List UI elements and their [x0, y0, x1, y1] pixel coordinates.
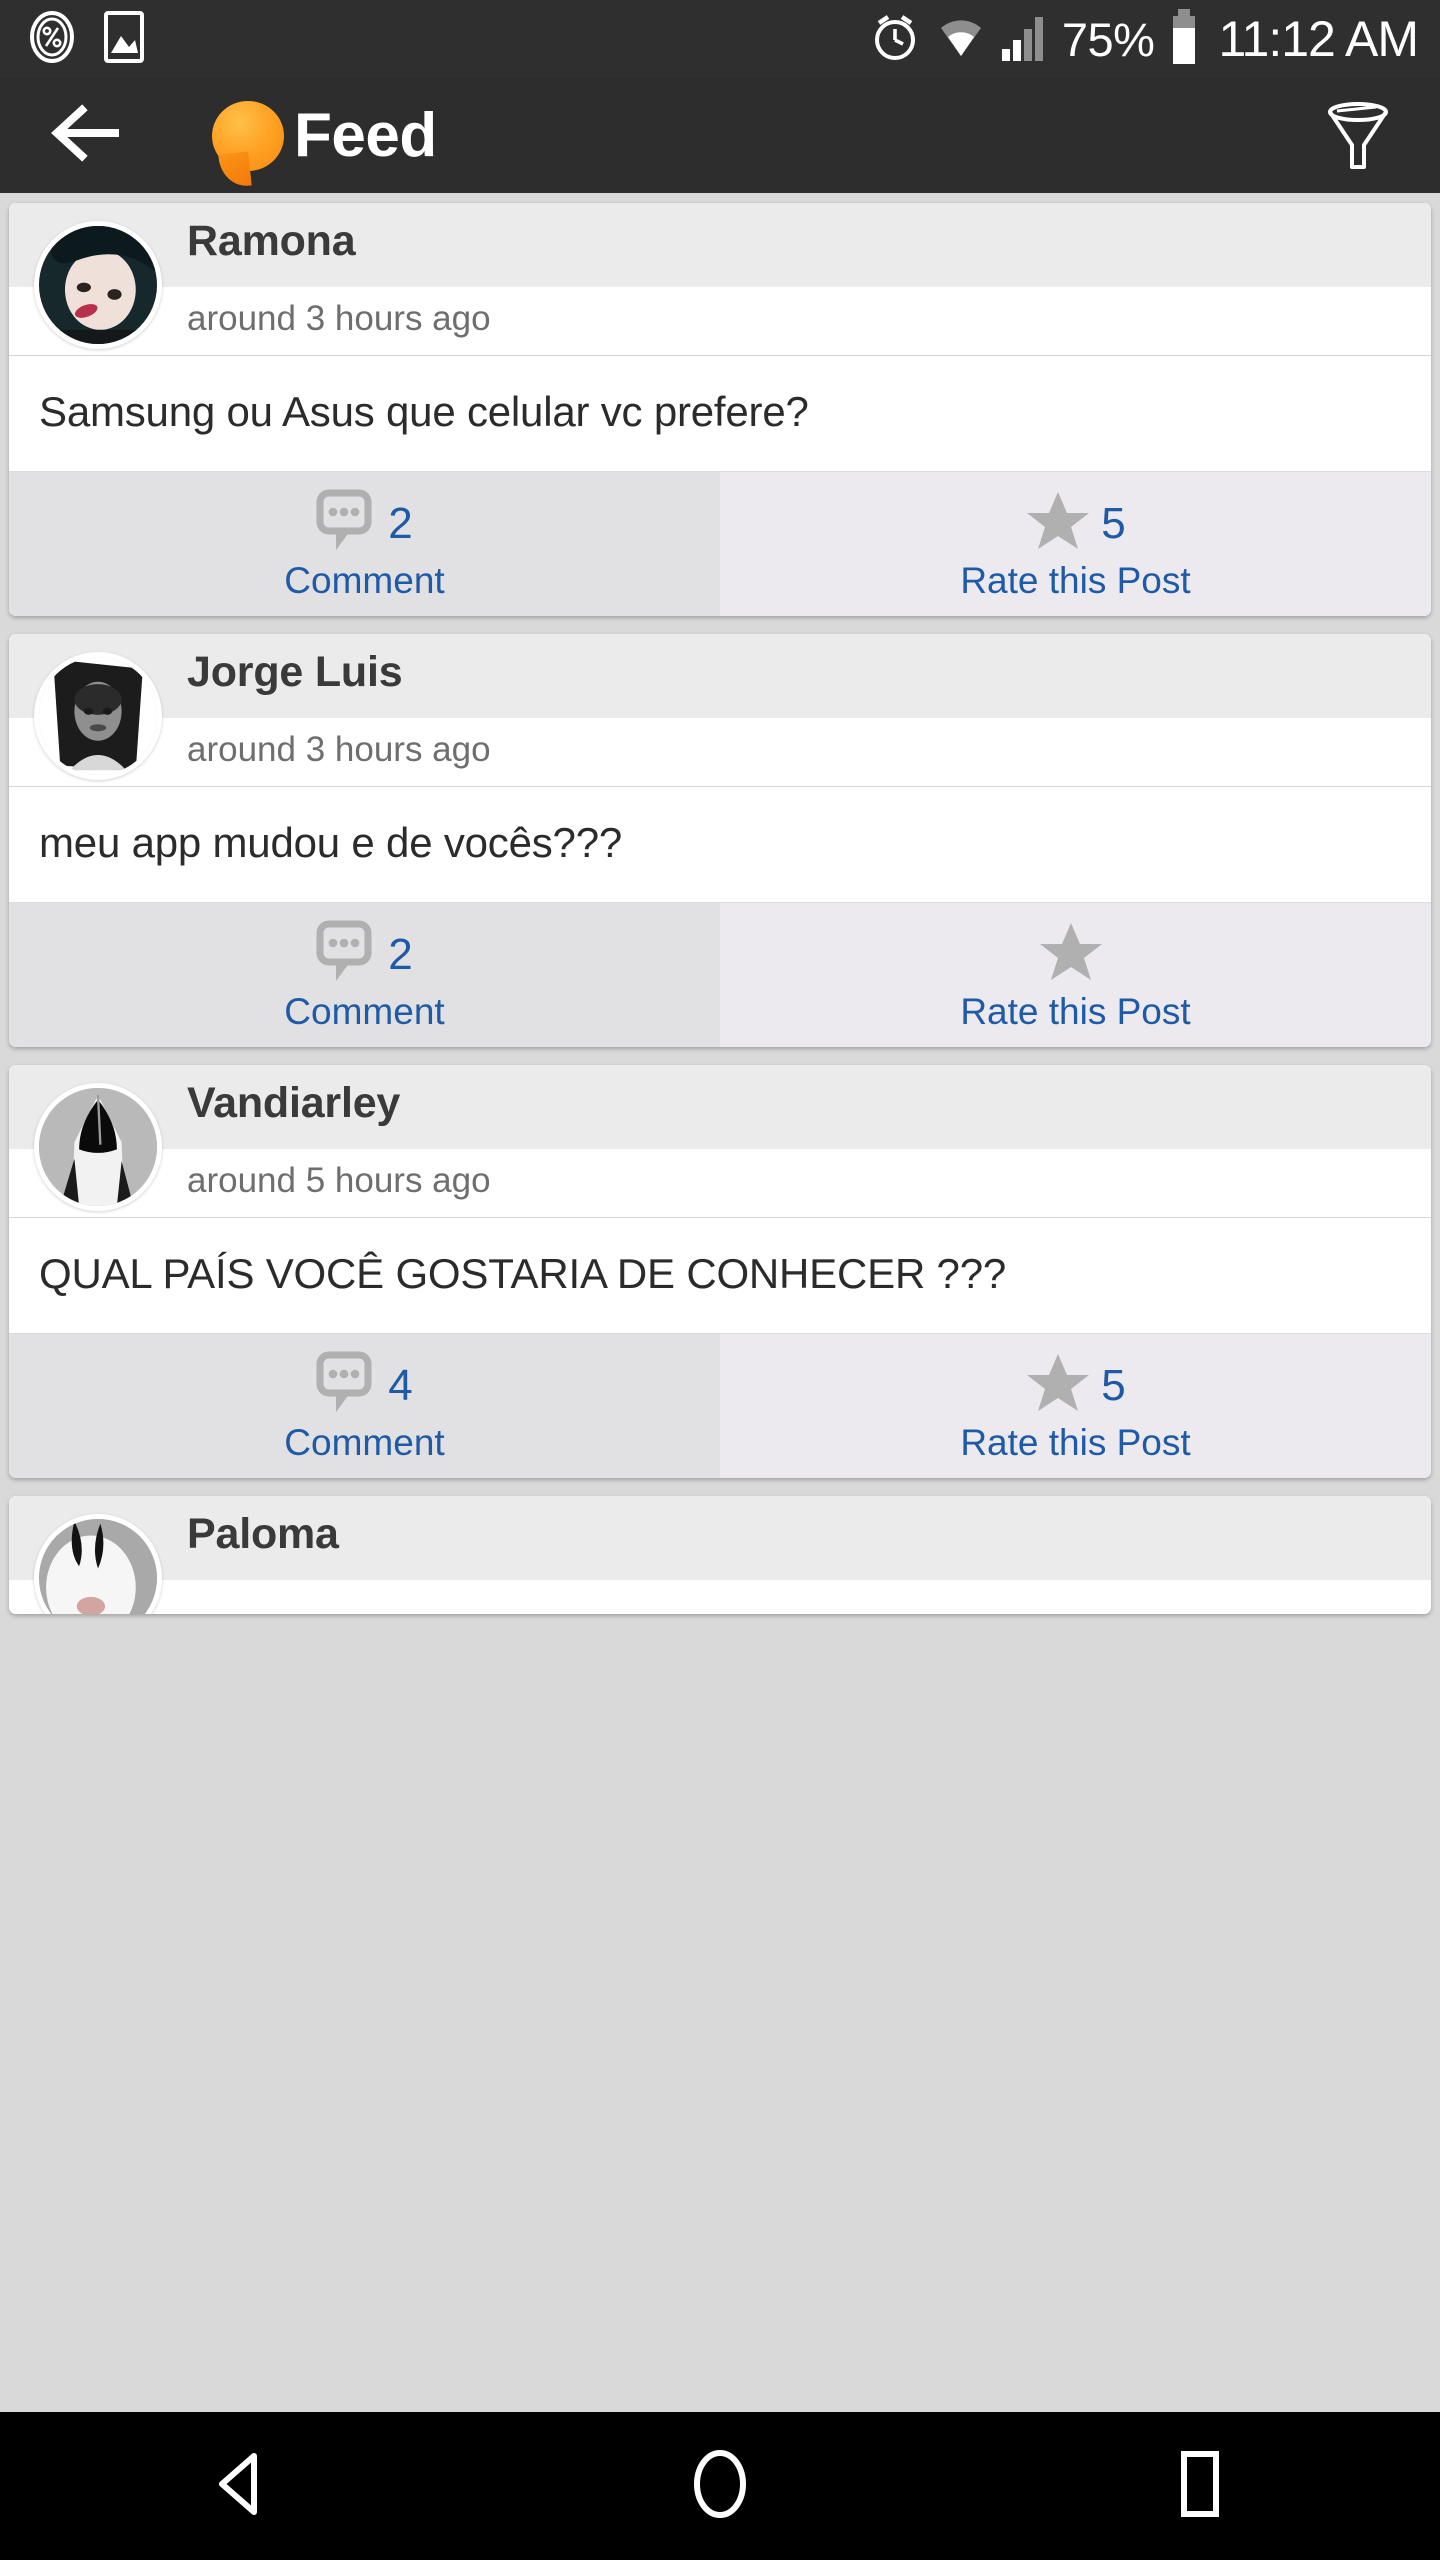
speech-bubble-logo-icon — [212, 100, 284, 171]
alarm-clock-icon — [868, 10, 922, 69]
rate-label: Rate this Post — [960, 990, 1191, 1032]
nav-recents-button[interactable] — [1110, 2412, 1290, 2560]
post-header: Paloma — [9, 1496, 1431, 1614]
feed-list[interactable]: Ramona around 3 hours ago Samsung ou Asu… — [0, 193, 1440, 2560]
comment-label: Comment — [284, 559, 445, 601]
post-card[interactable]: Ramona around 3 hours ago Samsung ou Asu… — [9, 203, 1431, 616]
status-bar: 75% 11:12 AM — [0, 0, 1440, 78]
post-body: Samsung ou Asus que celular vc prefere? — [9, 355, 1431, 471]
rate-label: Rate this Post — [960, 1421, 1191, 1463]
comment-top-row: 2 — [316, 488, 413, 559]
rate-button[interactable]: 5 Rate this Post — [720, 472, 1431, 616]
status-bar-right-icons: 75% 11:12 AM — [868, 8, 1419, 71]
post-body: meu app mudou e de vocês??? — [9, 786, 1431, 902]
post-actions: 2 Comment 5 Rate this Post — [9, 471, 1431, 616]
percent-circle-icon — [26, 10, 78, 68]
star-icon — [1038, 920, 1104, 989]
avatar[interactable] — [34, 652, 162, 780]
post-timestamp: around 3 hours ago — [187, 730, 491, 769]
post-timestamp: around 5 hours ago — [187, 1161, 491, 1200]
status-clock-text: 11:12 AM — [1218, 11, 1419, 67]
comment-top-row: 2 — [316, 919, 413, 990]
comment-count: 4 — [388, 1360, 413, 1410]
page-title: Feed — [294, 100, 437, 170]
nav-back-button[interactable] — [150, 2412, 330, 2560]
post-card[interactable]: Paloma — [9, 1496, 1431, 1614]
funnel-filter-icon — [1321, 95, 1395, 176]
post-header: Ramona around 3 hours ago — [9, 203, 1431, 355]
post-card[interactable]: Jorge Luis around 3 hours ago meu app mu… — [9, 634, 1431, 1047]
post-author-name: Jorge Luis — [187, 648, 403, 696]
nav-recents-square-icon — [1158, 2442, 1242, 2531]
wifi-icon — [936, 12, 986, 67]
battery-percent-text: 75% — [1061, 12, 1155, 66]
post-header: Vandiarley around 5 hours ago — [9, 1065, 1431, 1217]
nav-home-button[interactable] — [630, 2412, 810, 2560]
comment-button[interactable]: 2 Comment — [9, 472, 720, 616]
rating-count: 5 — [1101, 1360, 1126, 1410]
signal-bars-icon — [1000, 11, 1048, 68]
post-body: QUAL PAÍS VOCÊ GOSTARIA DE CONHECER ??? — [9, 1217, 1431, 1333]
rate-top-row — [1038, 922, 1114, 988]
rate-top-row: 5 — [1025, 489, 1126, 558]
post-actions: 4 Comment 5 Rate this Post — [9, 1333, 1431, 1478]
post-timestamp: around 3 hours ago — [187, 299, 491, 338]
rating-count: 5 — [1101, 498, 1126, 548]
post-text: QUAL PAÍS VOCÊ GOSTARIA DE CONHECER ??? — [39, 1250, 1007, 1298]
post-actions: 2 Comment Rate this Post — [9, 902, 1431, 1047]
nav-home-circle-icon — [678, 2442, 762, 2531]
post-author-name: Vandiarley — [187, 1079, 401, 1127]
app-header: Feed — [0, 78, 1440, 193]
comment-label: Comment — [284, 990, 445, 1032]
battery-icon — [1168, 8, 1200, 71]
header-back-button[interactable] — [38, 88, 134, 184]
back-arrow-icon — [49, 102, 123, 169]
rate-button[interactable]: 5 Rate this Post — [720, 1334, 1431, 1478]
comment-button[interactable]: 4 Comment — [9, 1334, 720, 1478]
post-header: Jorge Luis around 3 hours ago — [9, 634, 1431, 786]
post-text: Samsung ou Asus que celular vc prefere? — [39, 388, 809, 436]
comment-button[interactable]: 2 Comment — [9, 903, 720, 1047]
nav-back-triangle-icon — [198, 2442, 282, 2531]
phone-screen: 75% 11:12 AM Feed Ramona around 3 hours … — [0, 0, 1440, 2560]
comment-count: 2 — [388, 498, 413, 548]
android-nav-bar — [0, 2412, 1440, 2560]
star-icon — [1025, 1351, 1091, 1420]
star-icon — [1025, 489, 1091, 558]
avatar[interactable] — [34, 1083, 162, 1211]
comment-count: 2 — [388, 929, 413, 979]
post-text: meu app mudou e de vocês??? — [39, 819, 623, 867]
rate-label: Rate this Post — [960, 559, 1191, 601]
post-card[interactable]: Vandiarley around 5 hours ago QUAL PAÍS … — [9, 1065, 1431, 1478]
rate-top-row: 5 — [1025, 1351, 1126, 1420]
comment-bubble-icon — [316, 1350, 378, 1421]
comment-top-row: 4 — [316, 1350, 413, 1421]
post-author-name: Ramona — [187, 217, 356, 265]
gallery-image-icon — [102, 9, 146, 70]
avatar[interactable] — [34, 221, 162, 349]
status-bar-left-icons — [26, 9, 146, 70]
comment-bubble-icon — [316, 488, 378, 559]
header-filter-button[interactable] — [1310, 88, 1406, 184]
comment-label: Comment — [284, 1421, 445, 1463]
rate-button[interactable]: Rate this Post — [720, 903, 1431, 1047]
header-brand: Feed — [212, 100, 437, 171]
post-author-name: Paloma — [187, 1510, 339, 1558]
comment-bubble-icon — [316, 919, 378, 990]
